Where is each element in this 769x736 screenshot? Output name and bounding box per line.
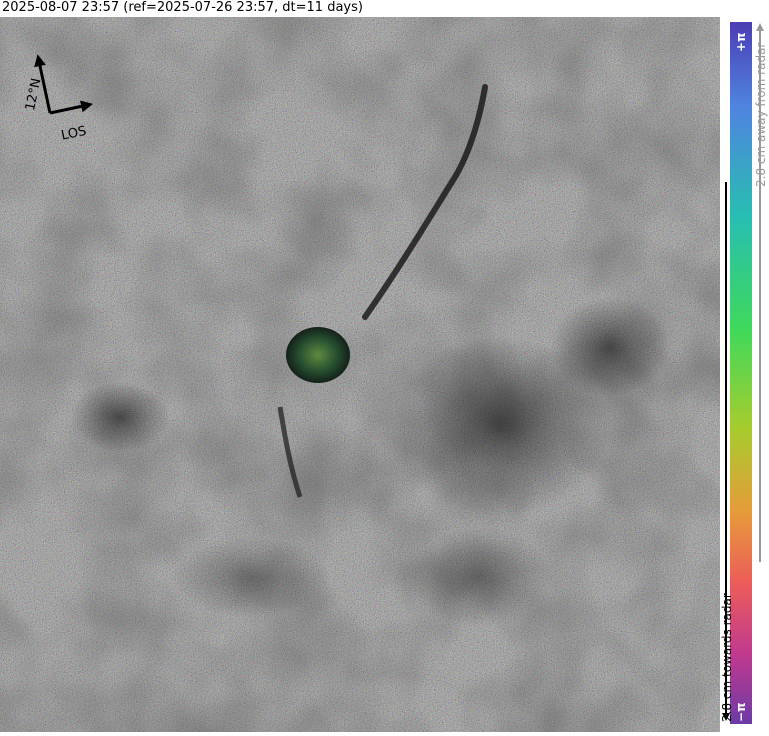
away-arrow-icon xyxy=(756,23,764,31)
away-label: 2.8 cm away from radar xyxy=(754,42,768,187)
interferogram-image: 12°N LOS xyxy=(0,17,720,732)
towards-label: 2.8 cm towards radar xyxy=(720,593,734,722)
page-title: 2025-08-07 23:57 (ref=2025-07-26 23:57, … xyxy=(2,0,363,15)
colorbar-top-label: +π xyxy=(734,32,748,52)
colorbar: +π −π 2.8 cm away from radar 2.8 cm towa… xyxy=(720,17,769,732)
colorbar-bottom-label: −π xyxy=(734,702,748,722)
orientation-indicator: 12°N LOS xyxy=(18,51,98,144)
summit-crater xyxy=(286,327,350,383)
